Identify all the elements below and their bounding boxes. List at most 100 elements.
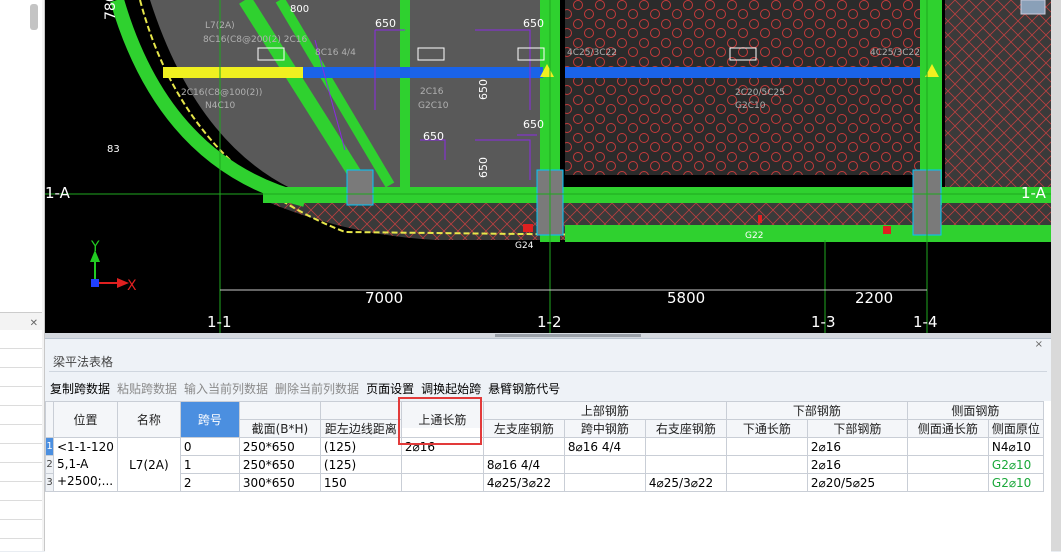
dim-label: 650 <box>477 157 490 178</box>
axis-label: 1-3 <box>811 313 836 331</box>
copy-span-data-button[interactable]: 复制跨数据 <box>50 380 110 397</box>
axis-label: 1-A <box>45 184 71 202</box>
axis-label: 1-2 <box>537 313 562 331</box>
header-bottom[interactable]: 下部钢筋 <box>806 419 908 438</box>
left-dock-top <box>0 0 42 313</box>
span-cell[interactable]: 0 <box>179 437 240 456</box>
svg-text:X: X <box>127 278 137 294</box>
top-mid-cell[interactable]: 8⌀16 4/4 <box>563 437 646 456</box>
header-position[interactable]: 位置 <box>53 401 118 438</box>
row-number[interactable]: 1 <box>45 437 54 456</box>
top-left-cell[interactable]: 8⌀16 4/4 <box>482 455 565 474</box>
beam-label: 8C16 4/4 <box>315 48 356 58</box>
offset-cell[interactable]: (125) <box>319 437 402 456</box>
top-right-cell[interactable] <box>644 437 727 456</box>
header-span[interactable]: 跨号 <box>179 401 240 438</box>
left-dock-close-icon[interactable]: ✕ <box>30 318 38 329</box>
top-right-cell[interactable]: 4⌀25/3⌀22 <box>644 473 727 492</box>
panel-close-icon[interactable]: × <box>1035 339 1043 350</box>
cantilever-code-button[interactable]: 悬臂钢筋代号 <box>488 380 560 397</box>
panel-title: 梁平法表格 <box>53 355 114 369</box>
side-orig-cell[interactable]: G2⌀10 <box>987 455 1044 474</box>
beam-label: 2C20/5C25 <box>735 88 785 98</box>
span-dimension: 7000 <box>365 289 403 307</box>
highlight-box <box>398 397 482 445</box>
bottom-cell[interactable]: 2⌀20/5⌀25 <box>806 473 908 492</box>
top-mid-cell[interactable] <box>563 473 646 492</box>
header-bottom-through[interactable]: 下通长筋 <box>725 419 808 438</box>
offset-cell[interactable]: (125) <box>319 455 402 474</box>
table-row: 3 2 300*650 150 4⌀25/3⌀22 4⌀25/3⌀22 2⌀20… <box>45 473 1044 492</box>
beam-label: N4C10 <box>205 101 235 111</box>
header-name[interactable]: 名称 <box>116 401 181 438</box>
header-blank-1 <box>238 401 321 420</box>
beam-table-wrap: 位置 名称 跨号 上部钢筋 下部钢筋 侧面钢筋 截面(B*H) 距左边线距离 上… <box>45 397 1051 552</box>
header-top-right[interactable]: 右支座钢筋 <box>644 419 727 438</box>
top-mid-cell[interactable] <box>563 455 646 474</box>
dim-label: 650 <box>477 79 490 100</box>
side-orig-cell[interactable]: G2⌀10 <box>987 473 1044 492</box>
span-dimension: 5800 <box>667 289 705 307</box>
page-setup-button[interactable]: 页面设置 <box>366 380 414 397</box>
row-number[interactable]: 3 <box>45 473 54 492</box>
table-row: 2 1 250*650 (125) 8⌀16 4/4 2⌀16 G2⌀10 <box>45 455 1044 474</box>
bottom-through-cell[interactable] <box>725 437 808 456</box>
delete-column-data-button[interactable]: 删除当前列数据 <box>275 380 359 397</box>
svg-text:Y: Y <box>90 239 100 255</box>
header-side-orig[interactable]: 侧面原位 <box>987 419 1044 438</box>
header-top-left[interactable]: 左支座钢筋 <box>482 419 565 438</box>
span-cell[interactable]: 2 <box>179 473 240 492</box>
drawing-svg: 650 650 650 650 650 650 780 800 83 L7(2A… <box>45 0 1051 333</box>
swap-start-span-button[interactable]: 调换起始跨 <box>421 380 481 397</box>
section-cell[interactable]: 250*650 <box>238 437 321 456</box>
row-number[interactable]: 2 <box>45 455 54 474</box>
bottom-through-cell[interactable] <box>725 473 808 492</box>
offset-cell[interactable]: 150 <box>319 473 402 492</box>
beam-table-panel: × 梁平法表格 复制跨数据 粘贴跨数据 输入当前列数据 删除当前列数据 页面设置… <box>45 338 1051 552</box>
beam-label: L7(2A) <box>205 21 235 31</box>
beam-label: G2C10 <box>735 101 766 111</box>
span-cell[interactable]: 1 <box>179 455 240 474</box>
beam-label: 4C25/3C22 <box>870 48 920 58</box>
header-offset[interactable]: 距左边线距离 <box>319 419 402 438</box>
panel-toolbar: 复制跨数据 粘贴跨数据 输入当前列数据 删除当前列数据 页面设置 调换起始跨 悬… <box>50 380 567 397</box>
bottom-cell[interactable]: 2⌀16 <box>806 455 908 474</box>
dim-label: 650 <box>423 130 444 143</box>
top-right-cell[interactable] <box>644 455 727 474</box>
header-blank-2 <box>319 401 402 420</box>
beam-table: 位置 名称 跨号 上部钢筋 下部钢筋 侧面钢筋 截面(B*H) 距左边线距离 上… <box>45 401 1044 492</box>
top-left-cell[interactable] <box>482 437 565 456</box>
bottom-through-cell[interactable] <box>725 455 808 474</box>
header-bottom-group: 下部钢筋 <box>725 401 908 420</box>
beam-label: 2C16(C8@100(2)) <box>181 88 262 98</box>
top-through-cell[interactable] <box>400 455 484 474</box>
span-dimension: 2200 <box>855 289 893 307</box>
top-through-cell[interactable] <box>400 473 484 492</box>
cad-drawing-canvas[interactable]: 650 650 650 650 650 650 780 800 83 L7(2A… <box>45 0 1051 333</box>
angle-label: 83 <box>107 144 120 155</box>
header-side-through[interactable]: 侧面通长筋 <box>906 419 989 438</box>
column-label: G24 <box>515 241 534 251</box>
input-column-data-button[interactable]: 输入当前列数据 <box>184 380 268 397</box>
name-cell[interactable]: L7(2A) <box>116 437 181 492</box>
header-side-group: 侧面钢筋 <box>906 401 1044 420</box>
section-cell[interactable]: 300*650 <box>238 473 321 492</box>
table-row: 1 <1-1-120 5,1-A +2500;... L7(2A) 0 250*… <box>45 437 1044 492</box>
header-top-mid[interactable]: 跨中钢筋 <box>563 419 646 438</box>
left-dock-scrollbar[interactable] <box>30 4 38 30</box>
side-orig-cell[interactable]: N4⌀10 <box>987 437 1044 456</box>
top-left-cell[interactable]: 4⌀25/3⌀22 <box>482 473 565 492</box>
dim-label: 780 <box>103 0 119 20</box>
side-through-cell[interactable] <box>906 473 989 492</box>
side-through-cell[interactable] <box>906 455 989 474</box>
section-cell[interactable]: 250*650 <box>238 455 321 474</box>
position-cell[interactable]: <1-1-120 5,1-A +2500;... <box>53 437 118 492</box>
side-through-cell[interactable] <box>906 437 989 456</box>
paste-span-data-button[interactable]: 粘贴跨数据 <box>117 380 177 397</box>
bottom-cell[interactable]: 2⌀16 <box>806 437 908 456</box>
ucs-icon: Y X <box>90 239 137 294</box>
beam-label: 8C16(C8@200(2) 2C16 <box>203 35 308 45</box>
header-section[interactable]: 截面(B*H) <box>238 419 321 438</box>
dim-label: 650 <box>523 118 544 131</box>
beam-label: 4C25/3C22 <box>567 48 617 58</box>
